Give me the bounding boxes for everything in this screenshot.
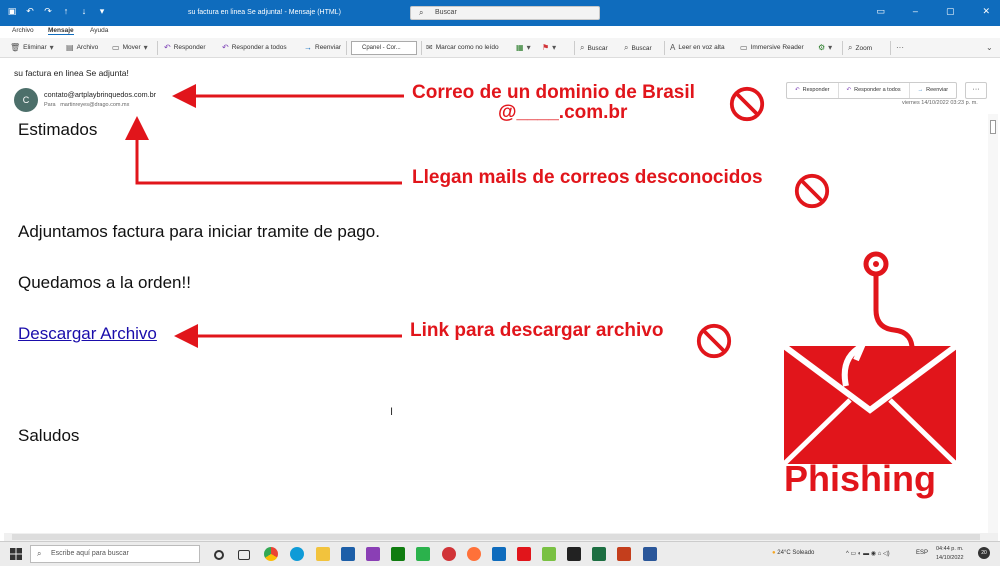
prohibited-icon (729, 86, 765, 122)
firefox-icon[interactable] (467, 547, 481, 561)
chrome-icon[interactable] (264, 547, 278, 561)
xbox-icon[interactable] (391, 547, 405, 561)
word-icon[interactable] (643, 547, 657, 561)
search-icon: ⌕ (37, 549, 42, 558)
sun-icon: ● (772, 550, 776, 556)
app-icon[interactable] (366, 547, 380, 561)
store-icon[interactable] (341, 547, 355, 561)
phishing-envelope-icon (782, 251, 958, 466)
taskbar: ⌕ Escribe aquí para buscar ● 24°C Soleado… (0, 541, 1000, 566)
app-icon[interactable] (517, 547, 531, 561)
taskbar-search-input[interactable]: ⌕ Escribe aquí para buscar (30, 545, 200, 563)
weather-widget[interactable]: ● 24°C Soleado (772, 550, 814, 556)
cortana-icon[interactable] (214, 550, 224, 560)
app-icon[interactable] (416, 547, 430, 561)
file-explorer-icon[interactable] (316, 547, 330, 561)
prohibited-icon (794, 173, 830, 209)
language-indicator[interactable]: ESP (916, 550, 928, 556)
prohibited-icon (696, 323, 732, 359)
terminal-icon[interactable] (567, 547, 581, 561)
notification-badge[interactable]: 20 (978, 547, 990, 559)
app-icon[interactable] (442, 547, 456, 561)
outlook-icon[interactable] (492, 547, 506, 561)
annotation-domain: Correo de un dominio de Brasil (412, 82, 695, 103)
clock[interactable]: 04:44 p. m. 14/10/2022 (936, 545, 964, 563)
system-tray-icons[interactable]: ^ ▭ ◐ ▬ ◉ ⌂ ◁) (846, 550, 890, 557)
powerpoint-icon[interactable] (617, 547, 631, 561)
excel-icon[interactable] (592, 547, 606, 561)
arrow-to-recipient (125, 116, 402, 185)
annotation-domain-suffix: @____.com.br (498, 102, 628, 123)
app-icon[interactable] (542, 547, 556, 561)
annotation-unknown-senders: Llegan mails de correos desconocidos (412, 167, 763, 188)
phishing-label: Phishing (784, 458, 936, 499)
edge-icon[interactable] (290, 547, 304, 561)
annotation-download-link: Link para descargar archivo (410, 320, 664, 341)
task-view-icon[interactable] (238, 550, 250, 560)
windows-start-icon[interactable] (10, 548, 22, 560)
